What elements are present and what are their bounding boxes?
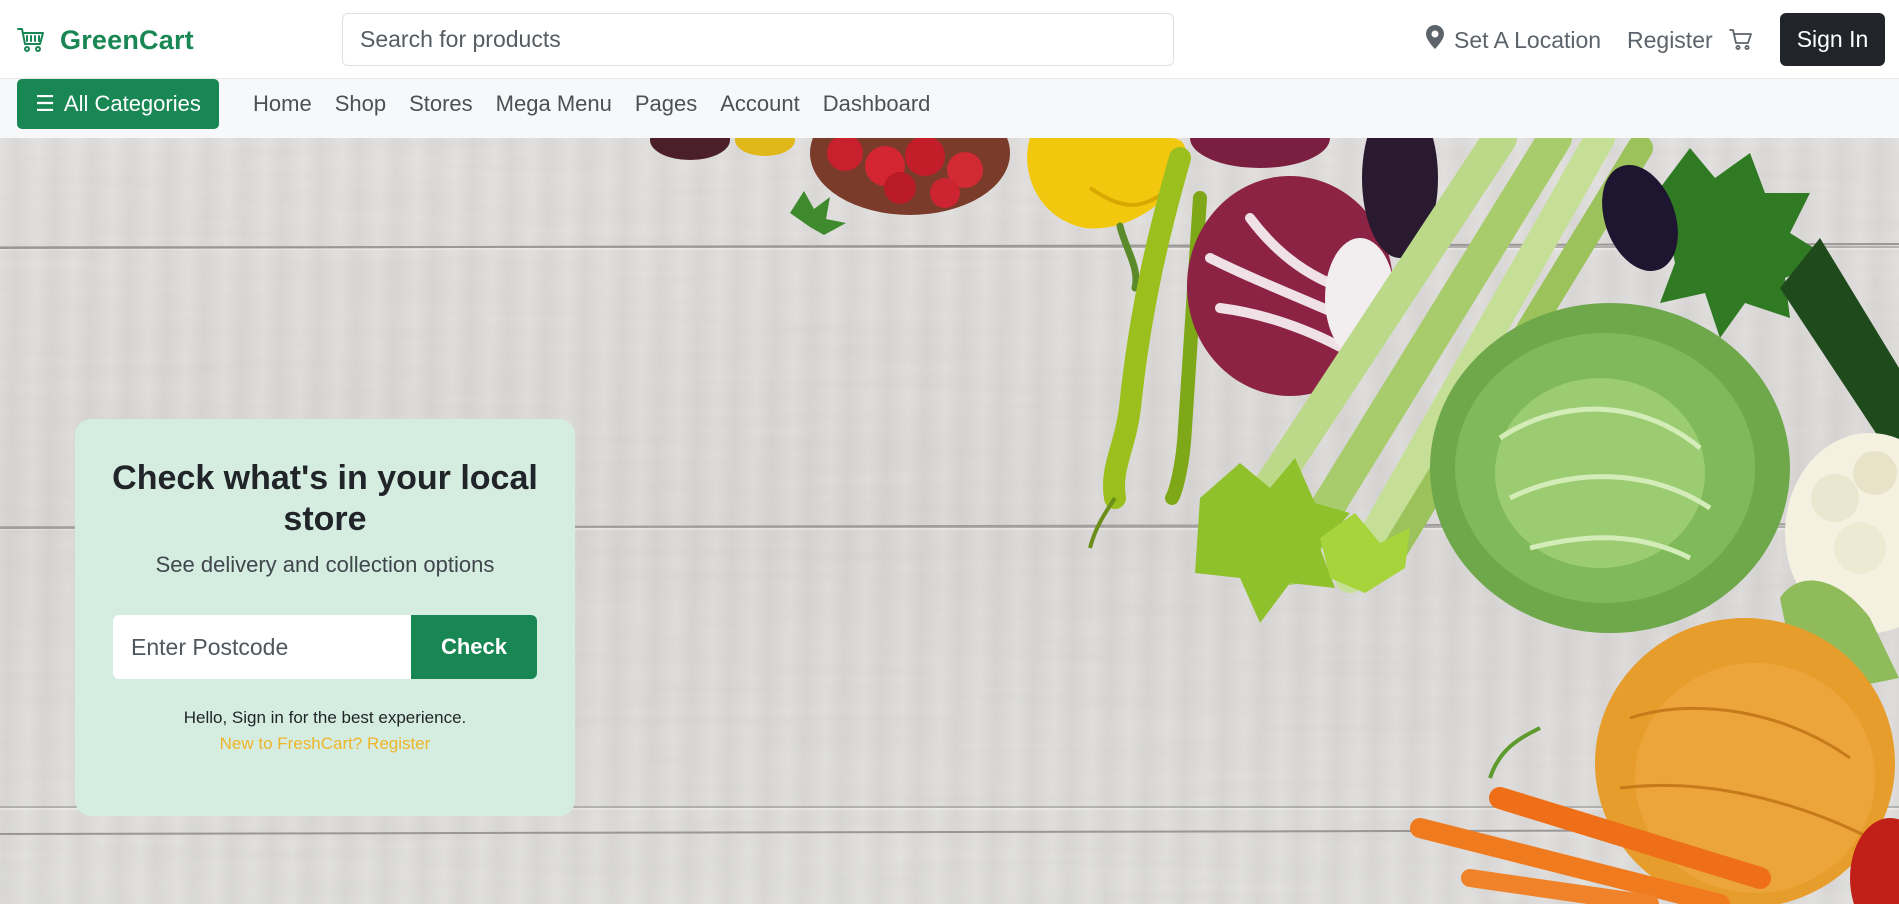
sign-in-prompt: Hello, Sign in for the best experience. [183, 708, 467, 727]
nav-link-account[interactable]: Account [720, 91, 800, 117]
postcode-input[interactable] [113, 615, 411, 679]
register-link[interactable]: Register [1627, 24, 1713, 56]
set-location-label: Set A Location [1454, 26, 1602, 53]
hero-title: Check what's in your local store [112, 459, 538, 538]
hamburger-icon: ☰ [35, 91, 55, 116]
brand-name: GreenCart [60, 24, 194, 55]
top-header: GreenCart Set A Location Register Sign I… [0, 0, 1899, 79]
shopping-cart-icon [16, 25, 46, 55]
search-input[interactable] [342, 13, 1174, 66]
nav-link-mega-menu[interactable]: Mega Menu [496, 91, 612, 117]
brand-logo[interactable]: GreenCart [16, 22, 194, 58]
nav-link-shop[interactable]: Shop [335, 91, 386, 117]
hero-banner: Check what's in your local store See del… [0, 138, 1899, 904]
nav-link-home[interactable]: Home [253, 91, 312, 117]
sign-in-button[interactable]: Sign In [1780, 13, 1885, 66]
check-button[interactable]: Check [411, 615, 537, 679]
local-store-card: Check what's in your local store See del… [75, 419, 575, 816]
nav-links: Home Shop Stores Mega Menu Pages Account… [253, 88, 930, 120]
nav-link-stores[interactable]: Stores [409, 91, 473, 117]
register-link-hero[interactable]: New to FreshCart? Register [75, 734, 575, 754]
nav-link-dashboard[interactable]: Dashboard [823, 91, 931, 117]
all-categories-label: All Categories [63, 91, 201, 116]
main-nav: ☰ All Categories Home Shop Stores Mega M… [0, 79, 1899, 138]
nav-link-pages[interactable]: Pages [635, 91, 697, 117]
hero-subtitle: See delivery and collection options [155, 552, 495, 577]
map-pin-icon [1426, 25, 1444, 55]
set-location-button[interactable]: Set A Location [1426, 24, 1601, 56]
cart-icon[interactable] [1728, 25, 1754, 53]
all-categories-button[interactable]: ☰ All Categories [17, 79, 219, 129]
